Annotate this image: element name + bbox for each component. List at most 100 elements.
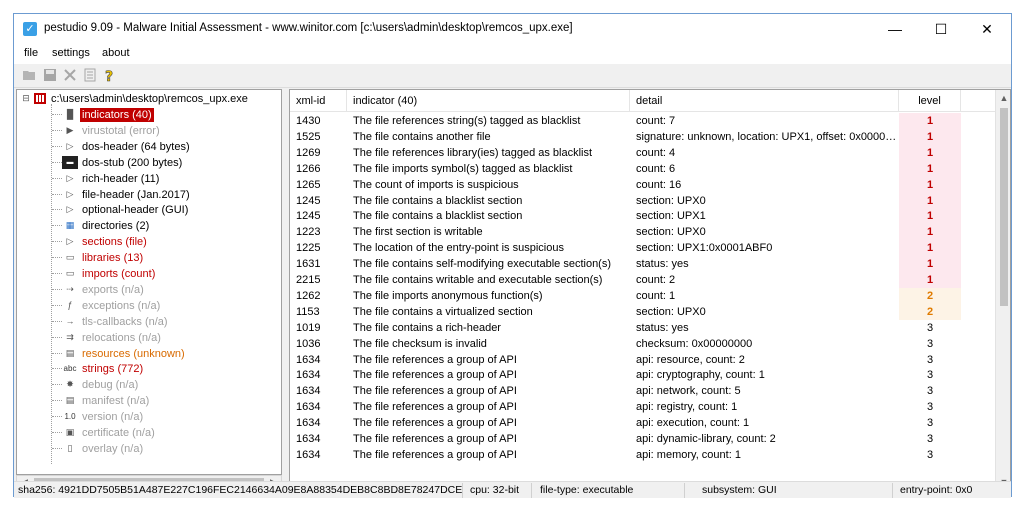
collapse-icon[interactable]: ⊟ — [19, 92, 33, 105]
table-row[interactable]: 1223 The first section is writable section… — [290, 224, 995, 241]
tree-item-dos-header[interactable]: ▷ dos-header (64 bytes) — [17, 139, 281, 155]
list-vertical-scrollbar[interactable]: ▲ ▼ — [995, 90, 1010, 490]
minimize-button[interactable]: — — [872, 14, 918, 44]
tree-item-tls-callbacks[interactable]: → tls-callbacks (n/a) — [17, 314, 281, 330]
cell-xml-id: 1262 — [296, 289, 321, 302]
table-row[interactable]: 1265 The count of imports is suspicious co… — [290, 176, 995, 193]
tree-item-strings[interactable]: abc strings (772) — [17, 361, 281, 377]
tree-item-certificate[interactable]: ▣ certificate (n/a) — [17, 425, 281, 441]
close-icon[interactable] — [62, 68, 78, 84]
tree-item-exports[interactable]: ⇢ exports (n/a) — [17, 282, 281, 298]
table-row[interactable]: 1631 The file contains self-modifying exe… — [290, 256, 995, 273]
cell-level: 1 — [899, 128, 961, 145]
cell-level: 3 — [899, 367, 961, 384]
menu-file[interactable]: file — [24, 47, 38, 59]
tree-item-directories[interactable]: ▦ directories (2) — [17, 218, 281, 234]
table-row[interactable]: 1269 The file references library(ies) tag… — [290, 144, 995, 161]
arrow-icon: ▷ — [66, 204, 74, 215]
tree-root[interactable]: ⊟ c:\users\admin\desktop\remcos_upx.exe — [17, 91, 281, 107]
tree-item-label: sections (file) — [82, 236, 147, 249]
tree-connector — [52, 416, 62, 418]
menu-about[interactable]: about — [102, 47, 130, 59]
tree-item-dos-stub[interactable]: ▬ dos-stub (200 bytes) — [17, 155, 281, 171]
tree-item-manifest[interactable]: ▤ manifest (n/a) — [17, 393, 281, 409]
table-row[interactable]: 1634 The file references a group of API ap… — [290, 383, 995, 400]
column-header-detail[interactable]: detail — [630, 90, 899, 112]
cell-level: 1 — [899, 176, 961, 193]
table-row[interactable]: 1634 The file references a group of API ap… — [290, 351, 995, 368]
table-header: xml-id indicator (40) detail level — [290, 90, 995, 112]
tree-item-label: manifest (n/a) — [82, 395, 150, 408]
tree-item-label: dos-stub (200 bytes) — [82, 156, 183, 169]
column-header-xml-id[interactable]: xml-id — [290, 90, 347, 112]
column-header-indicator[interactable]: indicator (40) — [347, 90, 630, 112]
scroll-thumb[interactable] — [1000, 108, 1008, 306]
tree-item-indicators[interactable]: ▐▌ indicators (40) — [17, 107, 281, 123]
tree-item-sections[interactable]: ▷ sections (file) — [17, 234, 281, 250]
tree-item-optional-header[interactable]: ▷ optional-header (GUI) — [17, 202, 281, 218]
menu-settings[interactable]: settings — [52, 47, 90, 59]
save-icon[interactable] — [42, 68, 58, 84]
table-row[interactable]: 2215 The file contains writable and execu… — [290, 272, 995, 288]
status-cpu: cpu: 32-bit — [470, 484, 520, 496]
tree-connector — [52, 384, 62, 386]
tree-item-resources[interactable]: ▤ resources (unknown) — [17, 346, 281, 362]
table-row[interactable]: 1153 The file contains a virtualized sect… — [290, 303, 995, 320]
table-row[interactable]: 1225 The location of the entry-point is s… — [290, 240, 995, 257]
table-row[interactable]: 1634 The file references a group of API ap… — [290, 415, 995, 432]
column-header-level[interactable]: level — [899, 90, 961, 112]
cell-indicator: The file contains writable and executabl… — [353, 274, 603, 286]
cell-indicator: The file references library(ies) tagged … — [353, 146, 593, 159]
cell-detail: signature: unknown, location: UPX1, offs… — [636, 130, 899, 143]
tree-item-imports[interactable]: ▭ imports (count) — [17, 266, 281, 282]
table-row[interactable]: 1634 The file references a group of API ap… — [290, 367, 995, 384]
tree-item-debug[interactable]: ✸ debug (n/a) — [17, 377, 281, 393]
tree-connector — [52, 432, 62, 433]
table-row[interactable]: 1262 The file imports anonymous function(… — [290, 287, 995, 304]
cell-level: 3 — [899, 351, 961, 368]
table-row[interactable]: 1019 The file contains a rich-header statu… — [290, 319, 995, 336]
cell-level: 1 — [899, 113, 961, 129]
table-row[interactable]: 1525 The file contains another file signat… — [290, 128, 995, 145]
cell-xml-id: 1634 — [296, 417, 321, 430]
cell-indicator: The file contains a rich-header — [353, 321, 501, 334]
tree-item-rich-header[interactable]: ▷ rich-header (11) — [17, 171, 281, 187]
table-row[interactable]: 1430 The file references string(s) tagged… — [290, 113, 995, 129]
tree-item-virustotal[interactable]: ▶ virustotal (error) — [17, 123, 281, 139]
cell-indicator: The file contains a blacklist section — [353, 210, 523, 223]
tree-item-label: resources (unknown) — [82, 347, 185, 360]
table-row[interactable]: 1036 The file checksum is invalid checksum… — [290, 335, 995, 352]
tree-item-overlay[interactable]: ▯ overlay (n/a) — [17, 441, 281, 457]
tree-item-file-header[interactable]: ▷ file-header (Jan.2017) — [17, 187, 281, 203]
tree-connector — [52, 209, 62, 211]
tree-connector — [52, 241, 62, 243]
tree-connector — [52, 177, 62, 179]
table-row[interactable]: 1634 The file references a group of API ap… — [290, 399, 995, 416]
close-window-button[interactable]: ✕ — [964, 14, 1010, 44]
table-row[interactable]: 1634 The file references a group of API ap… — [290, 446, 995, 463]
tree-item-version[interactable]: 1.0 version (n/a) — [17, 409, 281, 425]
tree-connector — [52, 352, 62, 354]
tree-item-label: debug (n/a) — [82, 379, 139, 392]
cell-detail: api: network, count: 5 — [636, 385, 741, 398]
cell-level: 3 — [899, 415, 961, 432]
tree-connector — [52, 129, 62, 131]
table-row[interactable]: 1245 The file contains a blacklist sectio… — [290, 192, 995, 209]
table-row[interactable]: 1245 The file contains a blacklist sectio… — [290, 208, 995, 225]
cell-indicator: The count of imports is suspicious — [353, 178, 519, 191]
tree-item-libraries[interactable]: ▭ libraries (13) — [17, 250, 281, 266]
folder-open-icon[interactable] — [22, 68, 38, 84]
maximize-button[interactable]: ☐ — [918, 14, 964, 44]
tree-item-relocations[interactable]: ⇉ relocations (n/a) — [17, 330, 281, 346]
table-row[interactable]: 1266 The file imports symbol(s) tagged as… — [290, 160, 995, 177]
table-row[interactable]: 1634 The file references a group of API ap… — [290, 431, 995, 447]
document-icon[interactable] — [82, 68, 98, 84]
cell-level: 1 — [899, 272, 961, 288]
cell-detail: section: UPX0 — [636, 194, 706, 207]
dos-icon: ▬ — [62, 155, 78, 169]
cell-xml-id: 1631 — [296, 258, 321, 271]
tree-item-exceptions[interactable]: ƒ exceptions (n/a) — [17, 298, 281, 314]
scroll-up-icon[interactable]: ▲ — [996, 90, 1010, 106]
help-icon[interactable]: ? — [102, 68, 118, 86]
tree-item-label: relocations (n/a) — [82, 331, 161, 344]
